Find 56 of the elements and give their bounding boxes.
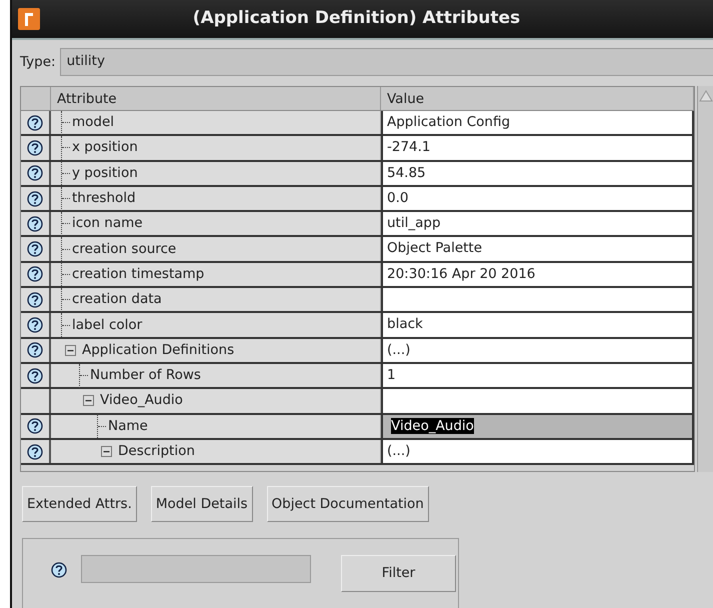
attribute-name: model bbox=[72, 113, 114, 132]
value-cell[interactable]: Video_Audio bbox=[381, 414, 694, 438]
help-icon[interactable] bbox=[27, 190, 43, 207]
toolbar-button[interactable]: Model Details bbox=[150, 486, 253, 522]
value-cell[interactable]: (...) bbox=[381, 440, 694, 464]
attribute-name: Application Definitions bbox=[82, 340, 234, 360]
value-cell[interactable] bbox=[381, 389, 694, 413]
attribute-name: Description bbox=[118, 442, 195, 461]
attribute-name: threshold bbox=[72, 189, 136, 208]
column-header[interactable]: Value bbox=[381, 87, 694, 110]
help-icon[interactable] bbox=[27, 140, 43, 156]
attribute-name: x position bbox=[72, 138, 138, 158]
attribute-name: creation data bbox=[72, 290, 162, 310]
value-cell[interactable]: Application Config bbox=[381, 111, 694, 134]
value-cell[interactable]: black bbox=[381, 313, 694, 337]
value-cell[interactable]: (...) bbox=[381, 338, 694, 362]
attribute-name: creation timestamp bbox=[72, 264, 204, 284]
help-icon[interactable] bbox=[27, 114, 43, 131]
value-cell[interactable]: util_app bbox=[381, 212, 694, 236]
attribute-name: creation source bbox=[72, 240, 176, 259]
attribute-name: Name bbox=[108, 416, 148, 436]
column-header[interactable]: Attribute bbox=[51, 87, 381, 110]
collapse-icon[interactable] bbox=[101, 446, 112, 457]
attribute-name: icon name bbox=[72, 214, 143, 234]
attribute-name: Number of Rows bbox=[90, 366, 201, 386]
help-icon[interactable] bbox=[27, 216, 43, 232]
help-icon[interactable] bbox=[27, 444, 43, 460]
app-logo-icon bbox=[18, 8, 40, 30]
help-icon[interactable] bbox=[27, 266, 43, 282]
value-cell[interactable]: Object Palette bbox=[381, 237, 694, 261]
collapse-icon[interactable] bbox=[83, 395, 94, 406]
toolbar-button[interactable]: Extended Attrs. bbox=[22, 486, 137, 522]
value-cell[interactable]: 0.0 bbox=[381, 186, 694, 210]
filter-field[interactable] bbox=[81, 555, 311, 584]
value-cell[interactable]: 54.85 bbox=[381, 162, 694, 185]
help-icon[interactable] bbox=[27, 368, 43, 384]
attribute-name: y position bbox=[72, 164, 138, 183]
value-cell[interactable]: 1 bbox=[381, 364, 694, 388]
value-cell[interactable] bbox=[381, 288, 694, 312]
value-cell[interactable]: -274.1 bbox=[381, 136, 694, 160]
attribute-name: Video_Audio bbox=[100, 391, 183, 410]
collapse-icon[interactable] bbox=[65, 344, 76, 356]
help-icon[interactable] bbox=[27, 317, 43, 334]
help-icon[interactable] bbox=[27, 292, 43, 308]
help-icon[interactable] bbox=[27, 165, 43, 182]
help-icon[interactable] bbox=[51, 562, 67, 578]
type-field[interactable]: utility bbox=[60, 48, 713, 76]
toolbar-button[interactable]: Object Documentation bbox=[266, 486, 429, 522]
attribute-name: label color bbox=[72, 316, 142, 335]
help-icon[interactable] bbox=[27, 342, 43, 358]
type-label: Type: bbox=[20, 52, 56, 72]
help-icon[interactable] bbox=[27, 418, 43, 434]
help-icon[interactable] bbox=[27, 241, 43, 258]
window-title: (Application Definition) Attributes bbox=[192, 7, 522, 30]
value-cell[interactable]: 20:30:16 Apr 20 2016 bbox=[381, 262, 694, 286]
filter-button[interactable]: Filter bbox=[341, 555, 456, 592]
